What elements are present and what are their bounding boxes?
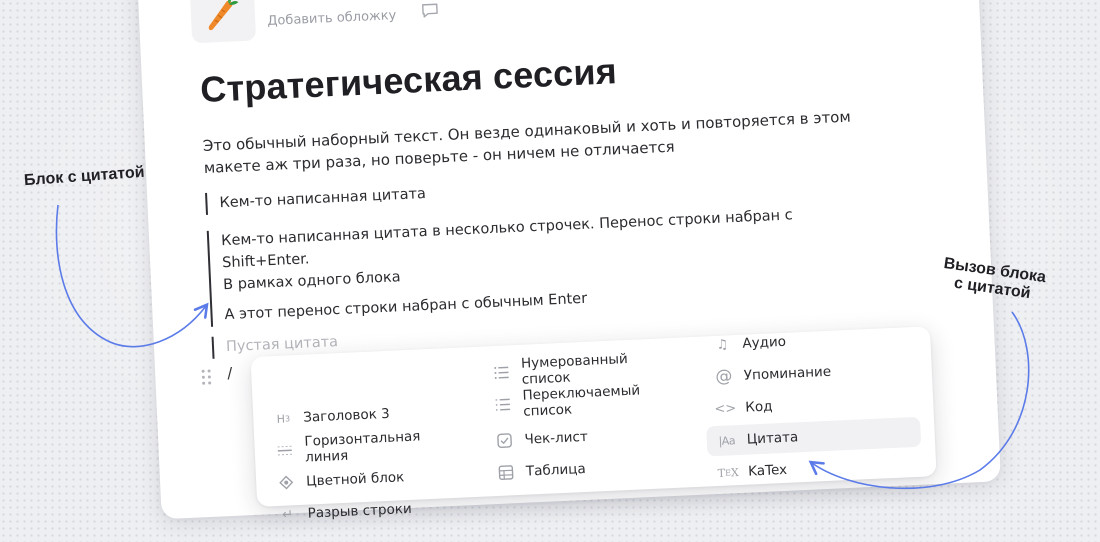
arrow-to-quote-menu-item: [808, 311, 1030, 490]
annotation-arrows: [55, 204, 1030, 490]
arrow-to-quote-block: [55, 204, 209, 348]
